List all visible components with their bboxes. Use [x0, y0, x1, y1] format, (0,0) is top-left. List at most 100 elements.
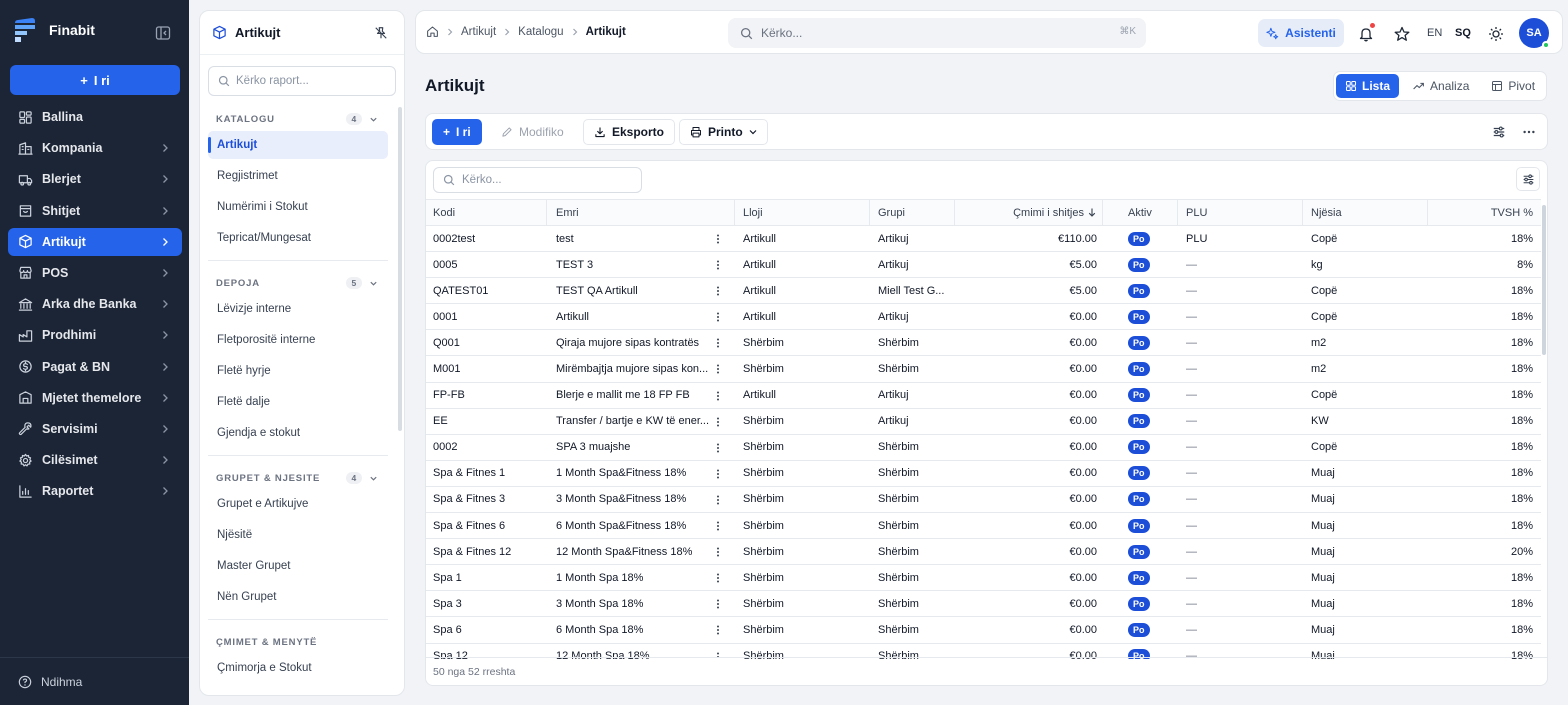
sidebar-item-mjetet-themelore[interactable]: Mjetet themelore: [8, 384, 182, 412]
panel-item[interactable]: Njësitë: [208, 521, 388, 549]
print-button[interactable]: Printo: [679, 119, 768, 145]
row-menu-icon[interactable]: [716, 573, 720, 583]
unpin-icon[interactable]: [374, 26, 388, 40]
filter-settings-icon[interactable]: [1492, 125, 1506, 139]
assistant-button[interactable]: Asistenti: [1258, 19, 1344, 47]
lang-sq-toggle[interactable]: SQ: [1455, 27, 1471, 39]
panel-item[interactable]: Çmimorja e Stokut: [208, 654, 388, 682]
panel-section-header[interactable]: ÇMIMET & MENYTË: [208, 630, 388, 654]
column-header-njesia[interactable]: Njësia: [1303, 200, 1428, 225]
column-header-plu[interactable]: PLU: [1178, 200, 1303, 225]
row-menu-icon[interactable]: [716, 495, 720, 505]
sidebar-collapse-icon[interactable]: [155, 25, 171, 41]
table-row[interactable]: FP-FB Blerje e mallit me 18 FP FB Artikull…: [426, 383, 1541, 409]
more-horizontal-icon[interactable]: [1522, 125, 1536, 139]
table-row[interactable]: Spa & Fitnes 1 1 Month Spa&Fitness 18% Shë…: [426, 461, 1541, 487]
export-button[interactable]: Eksporto: [583, 119, 676, 145]
column-header-tvsh[interactable]: TVSH %: [1428, 200, 1541, 225]
panel-item[interactable]: Numërimi i Stokut: [208, 193, 388, 221]
sidebar-item-ballina[interactable]: Ballina: [8, 103, 182, 131]
sidebar-item-blerjet[interactable]: Blerjet: [8, 165, 182, 193]
row-menu-icon[interactable]: [716, 260, 720, 270]
row-menu-icon[interactable]: [716, 312, 720, 322]
star-icon[interactable]: [1394, 26, 1410, 42]
table-row[interactable]: Spa & Fitnes 6 6 Month Spa&Fitness 18% Shë…: [426, 513, 1541, 540]
table-row[interactable]: Spa & Fitnes 12 12 Month Spa&Fitness 18% S…: [426, 539, 1541, 566]
table-row[interactable]: Spa 1 1 Month Spa 18% Shërbim Shërbim €0.00 P…: [426, 565, 1541, 592]
panel-item[interactable]: Fletë dalje: [208, 388, 388, 416]
table-row[interactable]: Spa 3 3 Month Spa 18% Shërbim Shërbim €0.00 P…: [426, 591, 1541, 618]
column-settings-button[interactable]: [1516, 167, 1540, 191]
breadcrumb-item[interactable]: Artikujt: [461, 26, 496, 38]
sidebar-item-kompania[interactable]: Kompania: [8, 134, 182, 162]
add-item-button[interactable]: + I ri: [432, 119, 482, 145]
row-menu-icon[interactable]: [716, 469, 720, 479]
panel-item[interactable]: Regjistrimet: [208, 162, 388, 190]
table-scrollbar[interactable]: [1542, 205, 1546, 355]
home-icon[interactable]: [426, 25, 439, 38]
row-menu-icon[interactable]: [716, 391, 720, 401]
brand[interactable]: Finabit: [12, 16, 95, 44]
table-search-input[interactable]: Kërko...: [433, 167, 642, 193]
column-header-kodi[interactable]: Kodi: [426, 200, 547, 225]
global-search-input[interactable]: Kërko... ⌘K: [728, 18, 1146, 48]
report-search-input[interactable]: Kërko raport...: [208, 66, 396, 96]
column-header-aktiv[interactable]: Aktiv: [1103, 200, 1178, 225]
column-header-emri[interactable]: Emri: [547, 200, 735, 225]
panel-scrollbar[interactable]: [398, 107, 402, 431]
row-menu-icon[interactable]: [716, 338, 720, 348]
table-row[interactable]: M001 Mirëmbajtja mujore sipas kon... Shërb…: [426, 356, 1541, 383]
panel-item[interactable]: Fletë hyrje: [208, 357, 388, 385]
panel-item[interactable]: Gjendja e stokut: [208, 419, 388, 447]
lang-en-toggle[interactable]: EN: [1427, 27, 1442, 39]
row-menu-icon[interactable]: [716, 234, 720, 244]
sidebar-item-raportet[interactable]: Raportet: [8, 477, 182, 505]
table-row[interactable]: EE Transfer / bartje e KW të ener... Shërb…: [426, 409, 1541, 435]
sidebar-item-pos[interactable]: POS: [8, 259, 182, 287]
row-menu-icon[interactable]: [716, 521, 720, 531]
panel-section-header[interactable]: GRUPET & NJESITE 4: [208, 466, 388, 490]
row-menu-icon[interactable]: [716, 286, 720, 296]
row-menu-icon[interactable]: [716, 625, 720, 635]
column-header-lloji[interactable]: Lloji: [735, 200, 870, 225]
row-menu-icon[interactable]: [716, 443, 720, 453]
panel-section-header[interactable]: DEPOJA 5: [208, 271, 388, 295]
panel-item[interactable]: Fletporositë interne: [208, 326, 388, 354]
edit-button[interactable]: Modifiko: [491, 119, 574, 145]
sidebar-item-servisimi[interactable]: Servisimi: [8, 415, 182, 443]
row-menu-icon[interactable]: [716, 547, 720, 557]
sidebar-item-artikujt[interactable]: Artikujt: [8, 227, 182, 256]
sidebar-item-pagat-bn[interactable]: Pagat & BN: [8, 353, 182, 381]
table-row[interactable]: 0002 SPA 3 muajshe Shërbim Shërbim €0.00 Po — C…: [426, 435, 1541, 461]
panel-item[interactable]: Nën Grupet: [208, 583, 388, 611]
row-menu-icon[interactable]: [716, 417, 720, 427]
table-row[interactable]: 0002test test Artikull Artikuj €110.00 Po PLU C…: [426, 226, 1541, 253]
panel-section-header[interactable]: KATALOGU 4: [208, 107, 388, 131]
panel-item[interactable]: Artikujt: [208, 131, 388, 159]
table-row[interactable]: Spa 6 6 Month Spa 18% Shërbim Shërbim €0.00 P…: [426, 617, 1541, 644]
sidebar-item-prodhimi[interactable]: Prodhimi: [8, 321, 182, 349]
sidebar-item-shitjet[interactable]: Shitjet: [8, 197, 182, 225]
tab-lista[interactable]: Lista: [1336, 74, 1400, 98]
sun-icon[interactable]: [1488, 26, 1504, 42]
table-row[interactable]: 0001 Artikull Artikull Artikuj €0.00 Po — Copë 1…: [426, 304, 1541, 331]
help-link[interactable]: Ndihma: [0, 657, 189, 705]
column-header-cmimi[interactable]: Çmimi i shitjes: [955, 200, 1103, 225]
new-button[interactable]: + I ri: [10, 65, 180, 95]
row-menu-icon[interactable]: [716, 599, 720, 609]
tab-analiza[interactable]: Analiza: [1403, 74, 1478, 98]
column-header-grupi[interactable]: Grupi: [870, 200, 955, 225]
sidebar-item-arka-dhe-banka[interactable]: Arka dhe Banka: [8, 290, 182, 318]
row-menu-icon[interactable]: [716, 364, 720, 374]
panel-item[interactable]: Master Grupet: [208, 552, 388, 580]
bell-icon[interactable]: [1358, 26, 1374, 42]
sidebar-item-cilësimet[interactable]: Cilësimet: [8, 446, 182, 474]
panel-item[interactable]: Lëvizje interne: [208, 295, 388, 323]
tab-pivot[interactable]: Pivot: [1482, 74, 1544, 98]
table-row[interactable]: QATEST01 TEST QA Artikull Artikull Miell Te…: [426, 278, 1541, 305]
breadcrumb-item[interactable]: Katalogu: [518, 26, 563, 38]
panel-item[interactable]: Tepricat/Mungesat: [208, 224, 388, 252]
table-row[interactable]: Q001 Qiraja mujore sipas kontratës Shërbim…: [426, 330, 1541, 357]
table-row[interactable]: 0005 TEST 3 Artikull Artikuj €5.00 Po — kg 8%: [426, 252, 1541, 279]
table-row[interactable]: Spa & Fitnes 3 3 Month Spa&Fitness 18% Shë…: [426, 487, 1541, 514]
